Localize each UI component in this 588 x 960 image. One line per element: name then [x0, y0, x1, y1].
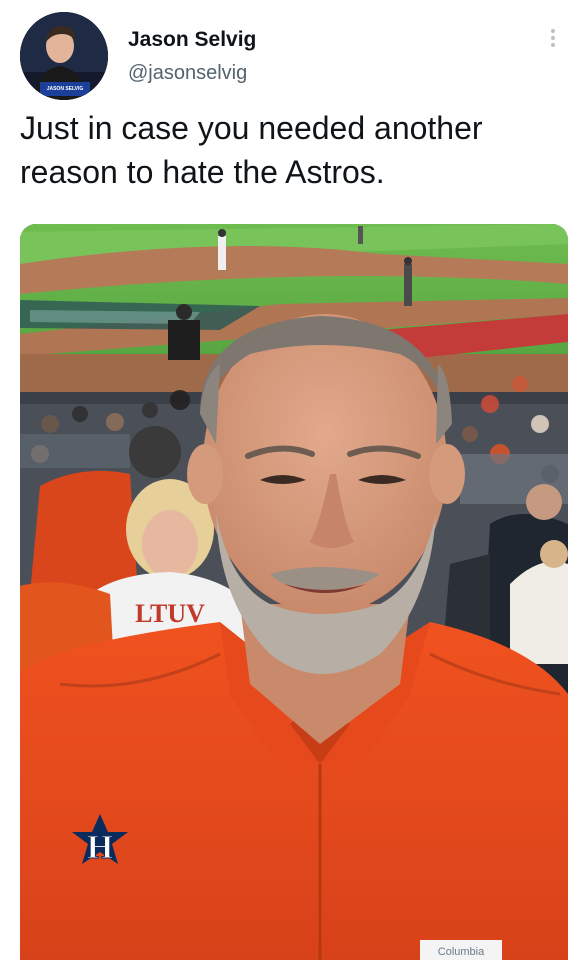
- avatar[interactable]: JASON SELVIG: [20, 12, 108, 100]
- tweet-photo[interactable]: LTUV Columbia H: [20, 224, 568, 960]
- jersey-lettering: LTUV: [135, 599, 205, 628]
- photo-illustration: LTUV Columbia H: [20, 224, 568, 960]
- astros-logo-letter: H: [87, 829, 113, 866]
- avatar-image: JASON SELVIG: [20, 12, 108, 100]
- tweet-text: Just in case you needed another reason t…: [20, 110, 483, 190]
- author-handle[interactable]: @jasonselvig: [128, 62, 247, 85]
- pocket-label: Columbia: [438, 946, 485, 958]
- avatar-caption: JASON SELVIG: [47, 86, 84, 92]
- author-name[interactable]: Jason Selvig: [128, 28, 256, 52]
- more-vertical-icon[interactable]: [546, 24, 560, 52]
